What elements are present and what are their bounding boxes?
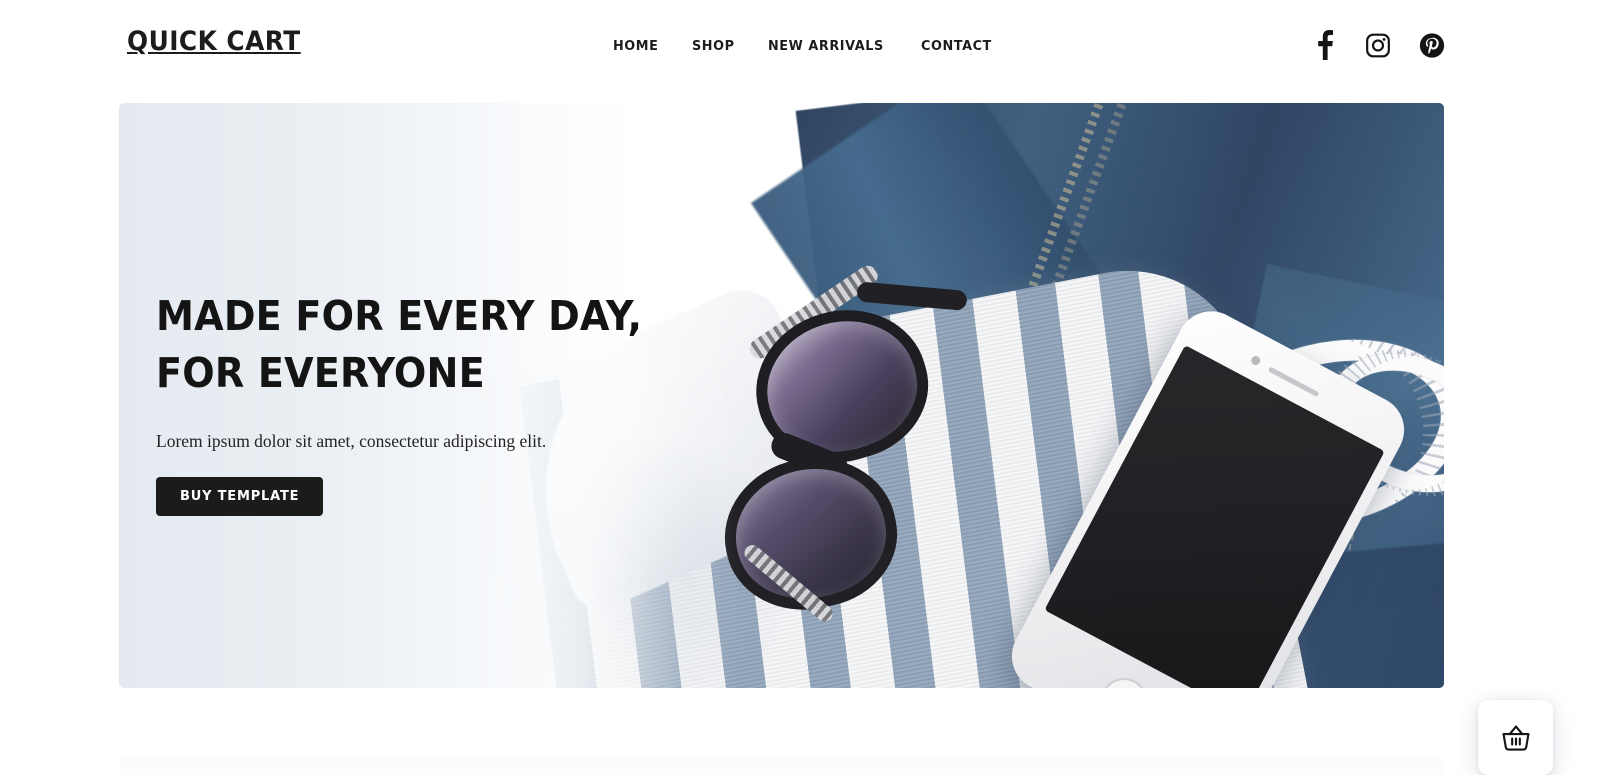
hero-content: MADE FOR EVERY DAY, FOR EVERYONE Lorem i… [156,288,696,516]
main-navigation: HOME SHOP NEW ARRIVALS CONTACT [613,37,995,55]
shopping-basket-icon [1499,721,1533,755]
buy-template-button[interactable]: BUY TEMPLATE [156,477,324,516]
facebook-icon[interactable] [1311,30,1337,60]
hero-banner: MADE FOR EVERY DAY, FOR EVERYONE Lorem i… [119,103,1444,688]
nav-item-home[interactable]: HOME [613,37,658,55]
brand-logo[interactable]: QUICK CART [127,28,301,55]
hero-subtext: Lorem ipsum dolor sit amet, consectetur … [156,431,547,451]
next-section-divider [119,757,1444,775]
pinterest-icon[interactable] [1419,30,1445,60]
social-links [1311,30,1445,60]
cart-widget-button[interactable] [1478,700,1553,775]
nav-item-contact[interactable]: CONTACT [921,37,992,55]
instagram-icon[interactable] [1365,30,1391,60]
site-header: QUICK CART HOME SHOP NEW ARRIVALS CONTAC… [0,0,1600,103]
nav-item-shop[interactable]: SHOP [692,37,735,55]
hero-heading: MADE FOR EVERY DAY, FOR EVERYONE [156,292,643,397]
nav-item-new-arrivals[interactable]: NEW ARRIVALS [768,37,884,55]
